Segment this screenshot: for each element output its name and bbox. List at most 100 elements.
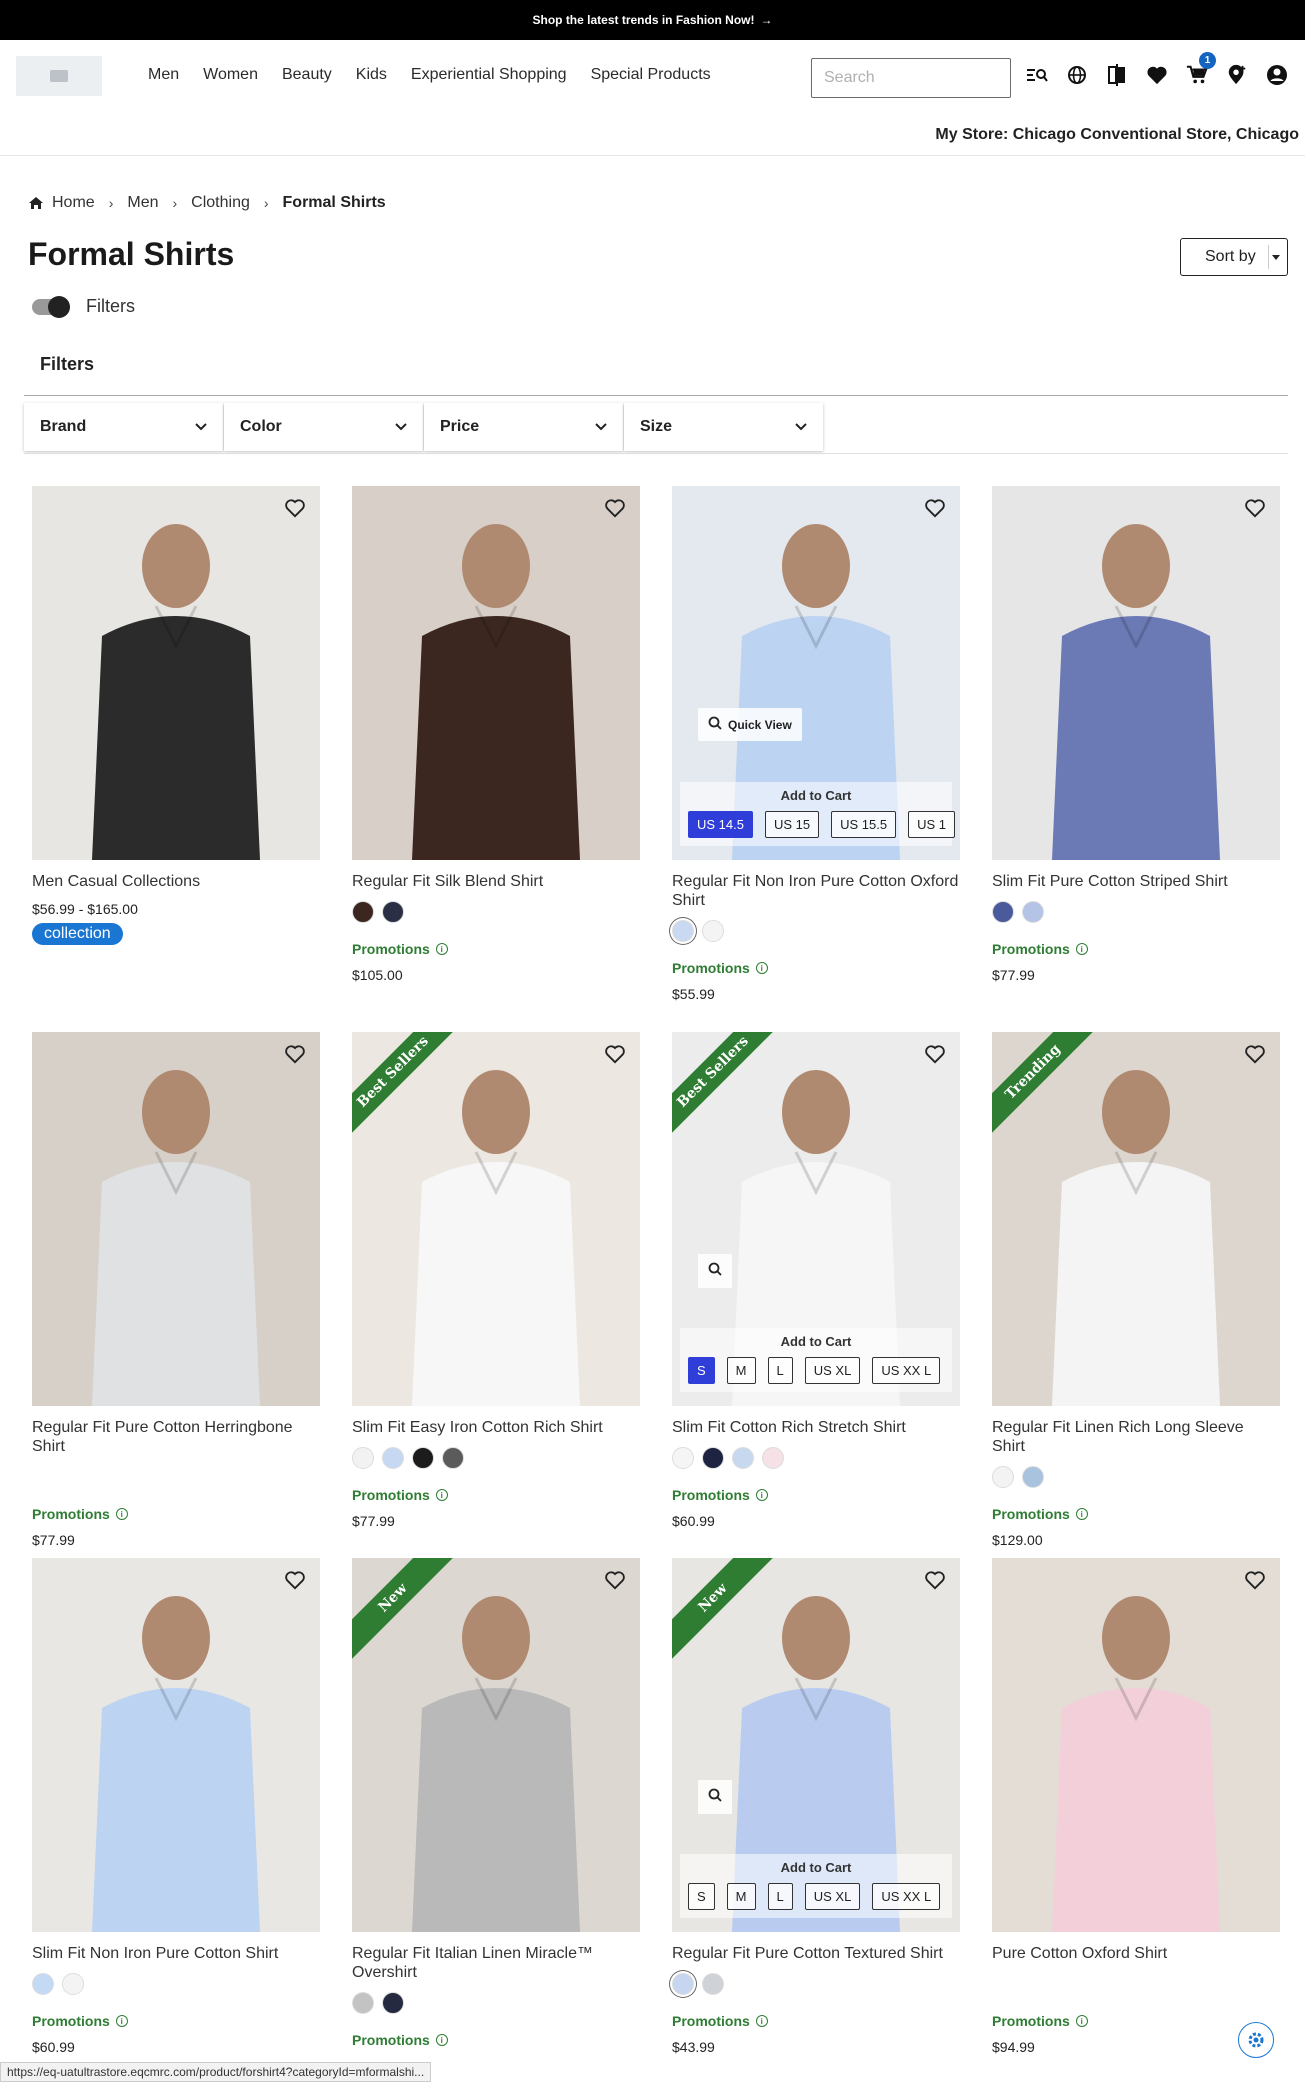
color-swatch[interactable] xyxy=(352,1447,374,1469)
wishlist-heart-icon[interactable] xyxy=(924,498,948,522)
filters-toggle[interactable] xyxy=(32,295,70,318)
quick-view-button[interactable] xyxy=(698,1780,732,1814)
nav-kids[interactable]: Kids xyxy=(356,66,387,84)
promotions-link[interactable]: Promotions i xyxy=(992,941,1280,957)
wishlist-heart-icon[interactable] xyxy=(924,1570,948,1594)
size-option[interactable]: US XX L xyxy=(872,1883,941,1910)
my-store-label[interactable]: My Store: Chicago Conventional Store, Ch… xyxy=(935,126,1299,144)
product-card[interactable]: Men Casual Collections $56.99 - $165.00 co… xyxy=(32,486,320,945)
product-image[interactable] xyxy=(32,1558,320,1932)
product-image[interactable]: New Add to Cart S M L US XL US XX L xyxy=(672,1558,960,1932)
color-swatch[interactable] xyxy=(702,1447,724,1469)
breadcrumb-home[interactable]: Home xyxy=(52,194,95,212)
size-option[interactable]: US XX L xyxy=(872,1357,941,1384)
color-swatch[interactable] xyxy=(762,1447,784,1469)
site-logo[interactable] xyxy=(16,56,102,96)
compare-icon[interactable] xyxy=(1104,62,1130,88)
promotions-link[interactable]: Promotions i xyxy=(992,2013,1280,2029)
wishlist-heart-icon[interactable] xyxy=(924,1044,948,1068)
color-swatch[interactable] xyxy=(702,1973,724,1995)
location-icon[interactable] xyxy=(1224,62,1250,88)
promotions-link[interactable]: Promotions i xyxy=(672,1487,960,1503)
color-swatch[interactable] xyxy=(1022,1466,1044,1488)
quick-view-button[interactable]: Quick View xyxy=(698,708,802,741)
promotions-link[interactable]: Promotions i xyxy=(352,941,640,957)
home-icon[interactable] xyxy=(28,196,44,210)
color-swatch[interactable] xyxy=(672,1973,694,1995)
size-option[interactable]: US 14.5 xyxy=(688,811,753,838)
wishlist-heart-icon[interactable] xyxy=(1244,498,1268,522)
collection-badge[interactable]: collection xyxy=(32,923,123,945)
product-name[interactable]: Slim Fit Pure Cotton Striped Shirt xyxy=(992,872,1280,891)
promotions-link[interactable]: Promotions i xyxy=(32,2013,320,2029)
color-swatch[interactable] xyxy=(732,1447,754,1469)
product-image[interactable]: New xyxy=(352,1558,640,1932)
promo-text[interactable]: Shop the latest trends in Fashion Now! xyxy=(532,13,754,27)
product-card[interactable]: Pure Cotton Oxford Shirt Promotions i $94.9… xyxy=(992,1558,1280,2055)
size-option[interactable]: US 1 xyxy=(908,811,956,838)
product-card[interactable]: Quick View Add to Cart US 14.5 US 15 US 15.5… xyxy=(672,486,960,1002)
color-swatch[interactable] xyxy=(382,1992,404,2014)
color-swatch[interactable] xyxy=(702,920,724,942)
product-card[interactable]: New Regular Fit Italian Linen Miracle™ Ov… xyxy=(352,1558,640,2048)
search-input[interactable] xyxy=(811,58,1011,98)
settings-fab[interactable] xyxy=(1238,2022,1274,2058)
globe-icon[interactable] xyxy=(1064,62,1090,88)
promotions-link[interactable]: Promotions i xyxy=(992,1506,1280,1522)
color-swatch[interactable] xyxy=(672,920,694,942)
product-name[interactable]: Regular Fit Pure Cotton Textured Shirt xyxy=(672,1944,960,1963)
visual-search-icon[interactable] xyxy=(1024,62,1050,88)
account-icon[interactable] xyxy=(1264,62,1290,88)
breadcrumb-clothing[interactable]: Clothing xyxy=(191,194,250,212)
quick-view-button[interactable] xyxy=(698,1254,732,1288)
product-card[interactable]: Slim Fit Pure Cotton Striped Shirt Promot… xyxy=(992,486,1280,983)
product-name[interactable]: Regular Fit Italian Linen Miracle™ Overs… xyxy=(352,1944,640,1982)
product-image[interactable] xyxy=(32,1032,320,1406)
nav-experiential-shopping[interactable]: Experiential Shopping xyxy=(411,66,567,84)
nav-women[interactable]: Women xyxy=(203,66,258,84)
promotions-link[interactable]: Promotions i xyxy=(352,2032,640,2048)
product-image[interactable] xyxy=(992,486,1280,860)
filter-color[interactable]: Color xyxy=(224,403,423,451)
color-swatch[interactable] xyxy=(992,1466,1014,1488)
size-option[interactable]: S xyxy=(688,1357,715,1384)
sort-by-dropdown[interactable]: Sort by xyxy=(1180,238,1288,276)
wishlist-heart-icon[interactable] xyxy=(604,1044,628,1068)
size-option[interactable]: US 15.5 xyxy=(831,811,897,838)
product-card[interactable]: Regular Fit Pure Cotton Herringbone Shir… xyxy=(32,1032,320,1548)
promo-bar[interactable]: Shop the latest trends in Fashion Now! → xyxy=(0,0,1305,40)
filter-brand[interactable]: Brand xyxy=(24,403,223,451)
size-option[interactable]: L xyxy=(767,1883,793,1910)
wishlist-heart-icon[interactable] xyxy=(284,498,308,522)
product-name[interactable]: Men Casual Collections xyxy=(32,872,320,891)
nav-special-products[interactable]: Special Products xyxy=(591,66,711,84)
product-name[interactable]: Pure Cotton Oxford Shirt xyxy=(992,1944,1280,1963)
color-swatch[interactable] xyxy=(62,1973,84,1995)
promotions-link[interactable]: Promotions i xyxy=(32,1506,320,1522)
product-image[interactable] xyxy=(992,1558,1280,1932)
product-image[interactable]: Quick View Add to Cart US 14.5 US 15 US 15.5… xyxy=(672,486,960,860)
color-swatch[interactable] xyxy=(672,1447,694,1469)
promotions-link[interactable]: Promotions i xyxy=(352,1487,640,1503)
color-swatch[interactable] xyxy=(412,1447,434,1469)
color-swatch[interactable] xyxy=(382,1447,404,1469)
product-name[interactable]: Regular Fit Pure Cotton Herringbone Shir… xyxy=(32,1418,320,1456)
product-name[interactable]: Regular Fit Non Iron Pure Cotton Oxford … xyxy=(672,872,960,910)
product-image[interactable]: Best Sellers xyxy=(352,1032,640,1406)
wishlist-heart-icon[interactable] xyxy=(284,1570,308,1594)
product-card[interactable]: Trending Regular Fit Linen Rich Long Slee… xyxy=(992,1032,1280,1548)
size-option[interactable]: S xyxy=(688,1883,715,1910)
promotions-link[interactable]: Promotions i xyxy=(672,960,960,976)
product-card[interactable]: Regular Fit Silk Blend Shirt Promotions i $… xyxy=(352,486,640,983)
size-option[interactable]: L xyxy=(767,1357,793,1384)
color-swatch[interactable] xyxy=(1022,901,1044,923)
product-card[interactable]: Slim Fit Non Iron Pure Cotton Shirt Promo… xyxy=(32,1558,320,2055)
nav-beauty[interactable]: Beauty xyxy=(282,66,332,84)
product-image[interactable]: Trending xyxy=(992,1032,1280,1406)
breadcrumb-men[interactable]: Men xyxy=(127,194,158,212)
product-card[interactable]: Best Sellers Add to Cart S M L US XL US XX L Sl… xyxy=(672,1032,960,1529)
product-name[interactable]: Regular Fit Silk Blend Shirt xyxy=(352,872,640,891)
color-swatch[interactable] xyxy=(992,901,1014,923)
nav-men[interactable]: Men xyxy=(148,66,179,84)
color-swatch[interactable] xyxy=(442,1447,464,1469)
